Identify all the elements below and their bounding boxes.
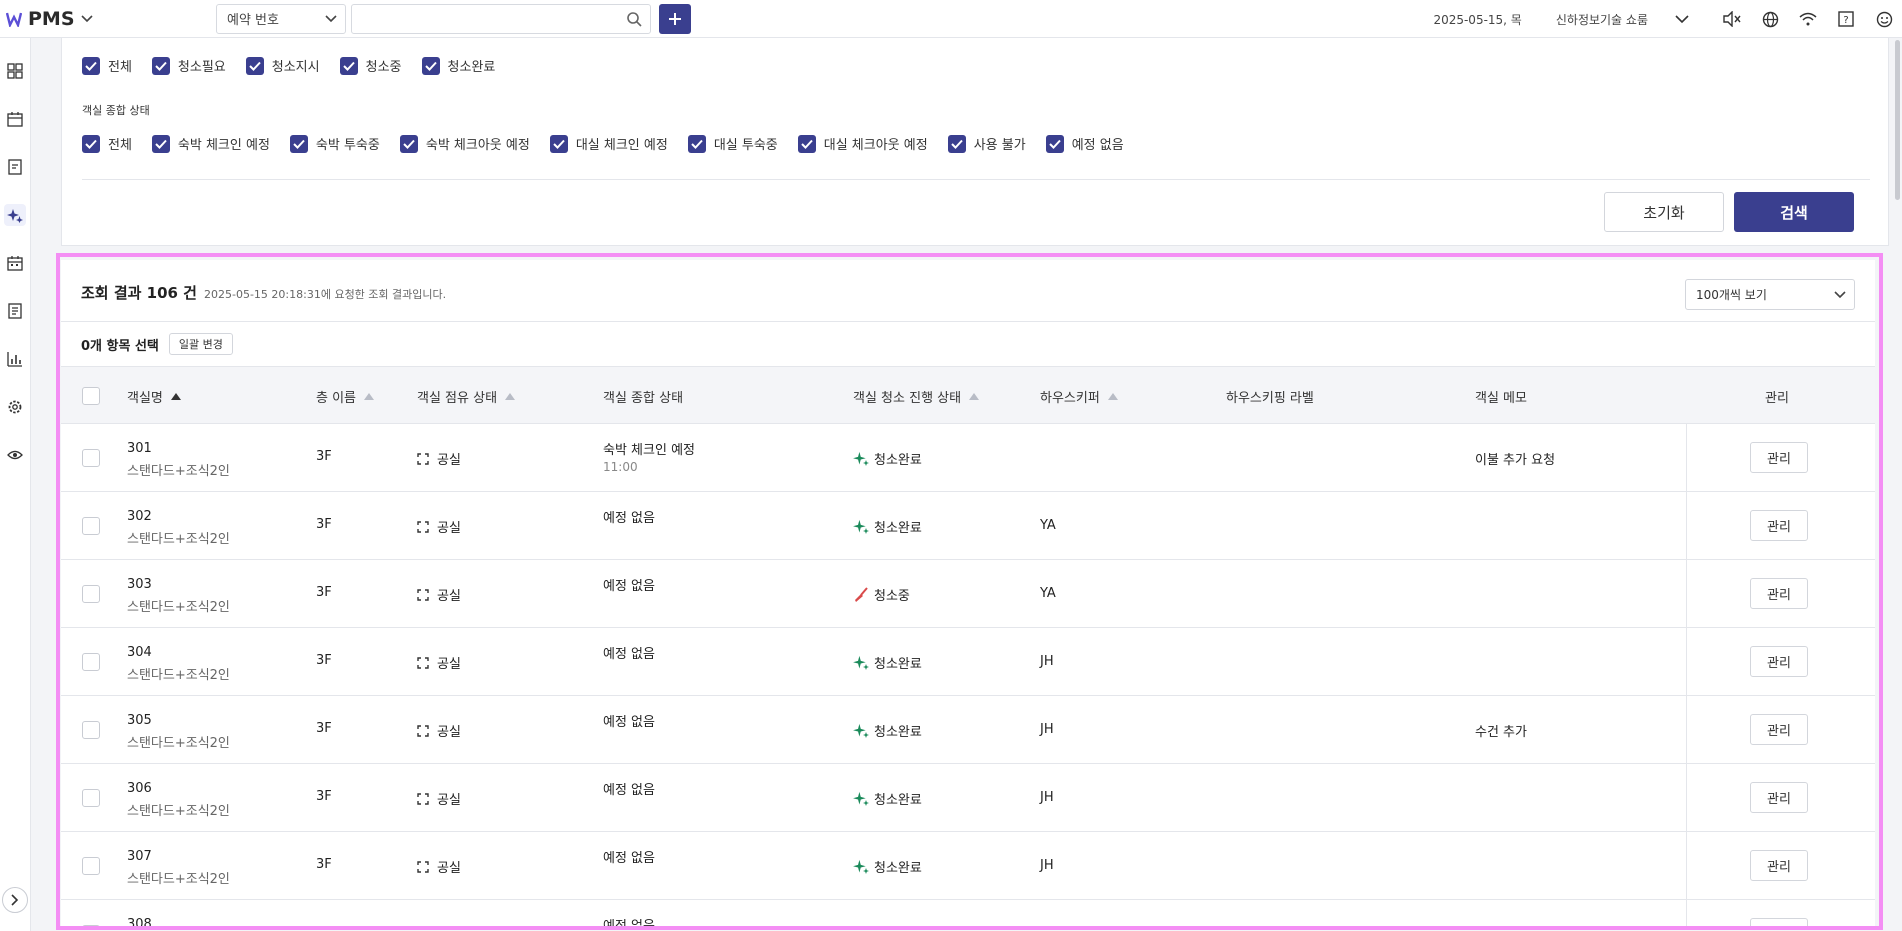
help-icon[interactable]: ? xyxy=(1834,7,1858,31)
mute-icon[interactable] xyxy=(1720,7,1744,31)
app-switcher[interactable]: PMS xyxy=(6,8,216,30)
filter-label: 대실 체크인 예정 xyxy=(575,138,668,153)
add-button[interactable] xyxy=(659,3,691,34)
checkbox-checked-icon xyxy=(289,134,308,153)
checkbox-checked-icon xyxy=(797,134,816,153)
checkbox-checked-icon xyxy=(82,56,100,75)
store-name: 신하정보기술 쇼룸 xyxy=(1555,12,1648,27)
dashboard-icon[interactable] xyxy=(4,60,26,82)
filter-clean-done[interactable]: 청소완료 xyxy=(421,56,496,75)
checkbox-checked-icon xyxy=(687,134,706,153)
page-scrollbar[interactable] xyxy=(1895,40,1900,200)
filter-room-day-occupied[interactable]: 대실 투숙중 xyxy=(687,134,778,153)
filter-clean-needed[interactable]: 청소필요 xyxy=(151,56,226,75)
checkbox-checked-icon xyxy=(947,134,966,153)
filter-label: 예정 없음 xyxy=(1071,138,1124,153)
chart-icon[interactable] xyxy=(4,348,26,370)
filter-label: 전체 xyxy=(108,60,132,75)
svg-text:?: ? xyxy=(1843,15,1848,26)
filter-label: 대실 체크아웃 예정 xyxy=(823,138,928,153)
filter-room-day-checkin[interactable]: 대실 체크인 예정 xyxy=(549,134,668,153)
filter-room-day-checkout[interactable]: 대실 체크아웃 예정 xyxy=(797,134,928,153)
reset-button[interactable]: 초기화 xyxy=(1604,192,1724,232)
sidebar xyxy=(0,38,31,931)
filter-label: 청소필요 xyxy=(177,60,226,75)
filter-label: 전체 xyxy=(108,138,132,153)
checkbox-checked-icon xyxy=(82,134,100,153)
wifi-icon[interactable] xyxy=(1796,7,1820,31)
filter-label: 숙박 체크인 예정 xyxy=(177,138,270,153)
logo-icon xyxy=(6,12,22,27)
checkbox-checked-icon xyxy=(151,56,170,75)
filter-label: 청소지시 xyxy=(271,60,320,75)
filter-room-unavailable[interactable]: 사용 불가 xyxy=(947,134,1026,153)
filter-label: 사용 불가 xyxy=(973,138,1026,153)
globe-icon[interactable] xyxy=(1758,7,1782,31)
reservation-icon[interactable] xyxy=(4,156,26,178)
plus-icon xyxy=(669,12,681,25)
schedule-icon[interactable] xyxy=(4,252,26,274)
top-bar: PMS 예약 번호 2025-05-15, 목 신하정보기술 쇼룸 ? xyxy=(0,0,1902,38)
filter-room-stay-occupied[interactable]: 숙박 투숙중 xyxy=(289,134,380,153)
divider xyxy=(82,179,1870,180)
filter-label: 청소중 xyxy=(365,60,402,75)
search-button[interactable]: 검색 xyxy=(1734,192,1854,232)
filter-clean-in-progress[interactable]: 청소중 xyxy=(339,56,402,75)
search-type-select[interactable]: 예약 번호 xyxy=(216,3,346,34)
filter-label: 숙박 투숙중 xyxy=(315,138,380,153)
filter-room-all[interactable]: 전체 xyxy=(82,134,132,153)
checkbox-checked-icon xyxy=(339,56,358,75)
clean-status-filters: 전체 청소필요 청소지시 청소중 청소완료 xyxy=(82,56,515,75)
housekeeping-icon[interactable] xyxy=(4,204,26,226)
filter-clean-all[interactable]: 전체 xyxy=(82,56,132,75)
filter-label: 청소완료 xyxy=(447,60,496,75)
checkbox-checked-icon xyxy=(549,134,568,153)
filter-clean-ordered[interactable]: 청소지시 xyxy=(245,56,320,75)
filter-room-stay-checkin[interactable]: 숙박 체크인 예정 xyxy=(151,134,270,153)
app-name: PMS xyxy=(28,7,75,30)
filter-label: 대실 투숙중 xyxy=(713,138,778,153)
search-type-label: 예약 번호 xyxy=(227,13,279,28)
current-date: 2025-05-15, 목 xyxy=(1433,12,1522,27)
settings-icon[interactable] xyxy=(4,396,26,418)
store-chevron-down-icon[interactable] xyxy=(1670,7,1694,31)
search-icon[interactable] xyxy=(626,11,642,31)
checkbox-checked-icon xyxy=(421,56,440,75)
highlight-frame xyxy=(56,253,1883,930)
search-field xyxy=(351,3,651,34)
smiley-icon[interactable] xyxy=(1872,7,1896,31)
chevron-right-icon xyxy=(11,894,19,906)
room-status-filters: 전체 숙박 체크인 예정 숙박 투숙중 숙박 체크아웃 예정 대실 체크인 예정… xyxy=(82,134,1144,153)
filter-label: 숙박 체크아웃 예정 xyxy=(425,138,530,153)
filter-panel: 전체 청소필요 청소지시 청소중 청소완료 객실 종합 상태 전체 숙박 체크인… xyxy=(61,38,1889,246)
checkbox-checked-icon xyxy=(1045,134,1064,153)
filter-room-no-schedule[interactable]: 예정 없음 xyxy=(1045,134,1124,153)
expand-sidebar-button[interactable] xyxy=(2,887,28,913)
eye-icon[interactable] xyxy=(4,444,26,466)
chevron-down-icon xyxy=(80,12,93,26)
calendar-icon[interactable] xyxy=(4,108,26,130)
checkbox-checked-icon xyxy=(151,134,170,153)
checkbox-checked-icon xyxy=(399,134,418,153)
search-input[interactable] xyxy=(352,4,612,33)
room-status-heading: 객실 종합 상태 xyxy=(82,104,150,117)
chevron-down-icon xyxy=(325,14,337,22)
document-icon[interactable] xyxy=(4,300,26,322)
filter-room-stay-checkout[interactable]: 숙박 체크아웃 예정 xyxy=(399,134,530,153)
checkbox-checked-icon xyxy=(245,56,264,75)
